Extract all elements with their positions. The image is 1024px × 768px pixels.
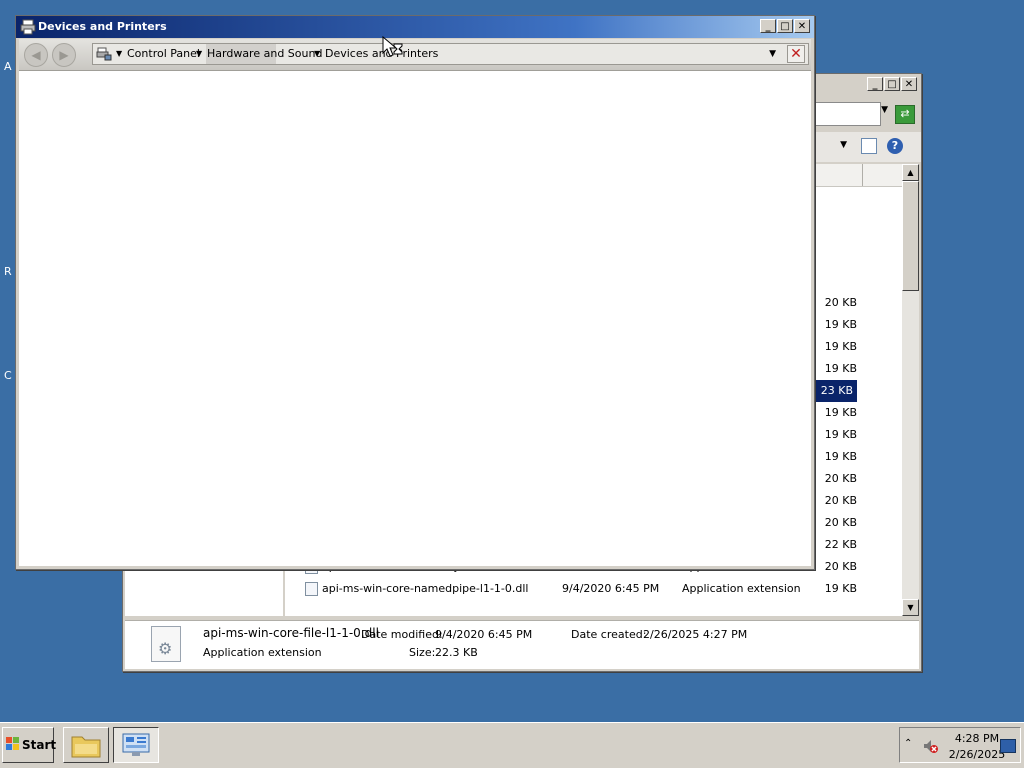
size-value: 22.3 KB	[435, 646, 478, 659]
clock-date[interactable]: 2/26/2025	[946, 748, 1008, 761]
taskbar-control-panel-button[interactable]	[113, 727, 159, 763]
file-size: 19 KB	[824, 582, 857, 595]
folder-icon	[71, 736, 101, 758]
close-button[interactable]: ✕	[794, 19, 810, 33]
table-row[interactable]: api-ms-win-core-namedpipe-l1-1-0.dll 9/4/…	[285, 578, 861, 600]
start-label: Start	[22, 738, 57, 752]
scroll-thumb[interactable]	[902, 181, 919, 291]
date-modified-value: 9/4/2020 6:45 PM	[435, 628, 533, 641]
address-dropdown-icon[interactable]: ▼	[769, 49, 776, 59]
details-file-type: Application extension	[203, 646, 322, 659]
navigation-bar: ◀ ▶ ▼ Control Panel ▼ Hardware and Sound…	[19, 39, 811, 71]
minimize-button[interactable]: _	[760, 19, 776, 33]
file-size: 20 KB	[824, 560, 857, 573]
close-icon[interactable]: ✕	[787, 45, 805, 63]
control-panel-icon	[122, 733, 150, 756]
devices-titlebar[interactable]: Devices and Printers _ □ ✕	[16, 16, 814, 38]
date-created-value: 2/26/2025 4:27 PM	[643, 628, 748, 641]
forward-arrow-icon[interactable]: ▶	[52, 43, 76, 67]
show-hidden-icons-icon[interactable]: ⌃	[904, 738, 912, 749]
breadcrumb-separator-icon[interactable]: ▼	[196, 49, 202, 58]
file-type: Application extension	[682, 582, 801, 595]
cursor-icon	[382, 36, 403, 57]
taskbar: Start ⌃ 4:28 PM 2/26/2025	[0, 722, 1024, 768]
breadcrumb-separator-icon[interactable]: ▼	[116, 49, 122, 58]
start-button[interactable]: Start	[2, 727, 57, 763]
breadcrumb[interactable]: ▼ Control Panel ▼ Hardware and Sound ▼ D…	[92, 43, 809, 65]
file-size: 20 KB	[824, 472, 857, 485]
window-title: Devices and Printers	[38, 20, 167, 33]
file-size: 19 KB	[824, 406, 857, 419]
date-created-label: Date created:	[571, 628, 647, 641]
file-size: 19 KB	[824, 318, 857, 331]
file-size: 20 KB	[824, 296, 857, 309]
close-button[interactable]: ✕	[901, 77, 917, 91]
show-desktop-icon[interactable]	[1000, 739, 1016, 753]
taskbar-explorer-button[interactable]	[63, 727, 109, 763]
date-modified-label: Date modified:	[361, 628, 443, 641]
maximize-button[interactable]: □	[777, 19, 793, 33]
desktop-icon-label[interactable]: R	[4, 265, 12, 278]
file-size: 19 KB	[824, 340, 857, 353]
size-label: Size:	[409, 646, 436, 659]
breadcrumb-item[interactable]: Control Panel	[127, 47, 200, 60]
details-pane: ⚙ api-ms-win-core-file-l1-1-0.dll Applic…	[125, 620, 919, 669]
breadcrumb-item[interactable]: Hardware and Sound	[207, 47, 322, 60]
file-size: 19 KB	[824, 450, 857, 463]
column-separator[interactable]	[862, 164, 863, 186]
devices-printers-window[interactable]: Devices and Printers _ □ ✕ ◀ ▶ ▼ Control…	[15, 15, 815, 570]
file-size: 20 KB	[824, 494, 857, 507]
file-size: 19 KB	[824, 362, 857, 375]
file-date: 9/4/2020 6:45 PM	[562, 582, 660, 595]
details-file-name: api-ms-win-core-file-l1-1-0.dll	[203, 626, 379, 640]
breadcrumb-separator-icon[interactable]: ▼	[314, 49, 320, 58]
system-tray: ⌃ 4:28 PM 2/26/2025	[899, 727, 1021, 763]
volume-muted-icon[interactable]	[922, 738, 938, 754]
clock-time[interactable]: 4:28 PM	[952, 732, 1002, 745]
file-size: 22 KB	[824, 538, 857, 551]
file-name: api-ms-win-core-namedpipe-l1-1-0.dll	[322, 582, 529, 595]
devices-content-area[interactable]	[19, 71, 811, 566]
refresh-icon[interactable]: ⇄	[895, 105, 915, 124]
dll-file-icon: ⚙	[151, 626, 181, 662]
file-size: 20 KB	[824, 516, 857, 529]
preview-pane-icon[interactable]	[861, 138, 877, 154]
back-arrow-icon[interactable]: ◀	[24, 43, 48, 67]
dll-file-icon	[305, 582, 318, 596]
address-dropdown-icon[interactable]: ▼	[881, 105, 888, 115]
printer-icon	[20, 19, 36, 35]
file-size: 19 KB	[824, 428, 857, 441]
desktop-icon-label[interactable]: A	[4, 60, 12, 73]
windows-logo-icon	[6, 737, 19, 750]
maximize-button[interactable]: □	[884, 77, 900, 91]
views-dropdown-icon[interactable]: ▼	[840, 140, 847, 150]
vertical-scrollbar[interactable]: ▲ ▼	[902, 164, 919, 616]
scroll-up-button[interactable]: ▲	[902, 164, 919, 181]
scroll-down-button[interactable]: ▼	[902, 599, 919, 616]
devices-printers-icon[interactable]	[96, 47, 112, 61]
help-icon[interactable]: ?	[887, 138, 903, 154]
minimize-button[interactable]: _	[867, 77, 883, 91]
desktop-icon-label[interactable]: C	[4, 369, 12, 382]
